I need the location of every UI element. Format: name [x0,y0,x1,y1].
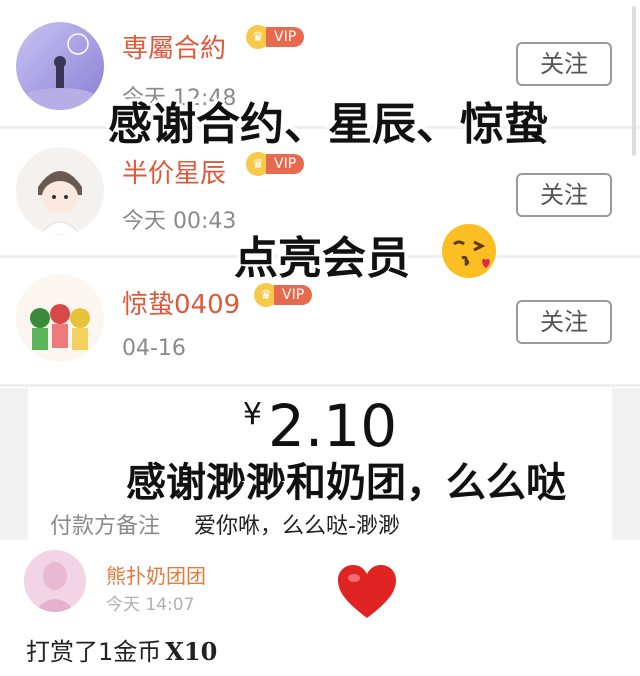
heart-icon [336,564,398,624]
follow-button[interactable]: 关注 [516,173,612,217]
caption-light-member: 点亮会员 [234,233,410,284]
avatar[interactable] [16,22,104,110]
avatar[interactable] [16,147,104,235]
username[interactable]: 惊蛰0409 [122,284,240,321]
divider [0,384,640,387]
timestamp: 04-16 [122,336,186,361]
follow-button[interactable]: 关注 [516,42,612,86]
follow-button[interactable]: 关注 [516,300,612,344]
avatar[interactable] [16,274,104,362]
tip-multiplier: X10 [165,637,218,666]
vip-badge: ♛ VIP [254,283,313,307]
timestamp: 今天 00:43 [122,209,237,234]
kiss-emoji-icon [440,222,500,284]
vip-badge: ♛ VIP [246,25,305,49]
vip-badge: ♛ VIP [246,152,305,176]
payer-note-label: 付款方备注 [50,514,161,539]
scrollbar[interactable] [632,6,636,156]
caption-thanks-members: 感谢合约、星辰、惊蛰 [108,99,548,150]
payer-note-value: 爱你咻，么么哒-渺渺 [194,514,400,539]
currency-symbol: ¥ [242,397,262,432]
tip-time: 今天 14:07 [106,595,195,615]
tipper-name[interactable]: 熊扑奶团团 [106,560,206,589]
caption-thanks-payment: 感谢渺渺和奶团，么么哒 [126,460,566,506]
username[interactable]: 半价星辰 [122,153,226,190]
avatar[interactable] [24,550,86,612]
username[interactable]: 専屬合約 [122,28,226,65]
tip-text: 打赏了1金币 X10 [26,637,218,666]
